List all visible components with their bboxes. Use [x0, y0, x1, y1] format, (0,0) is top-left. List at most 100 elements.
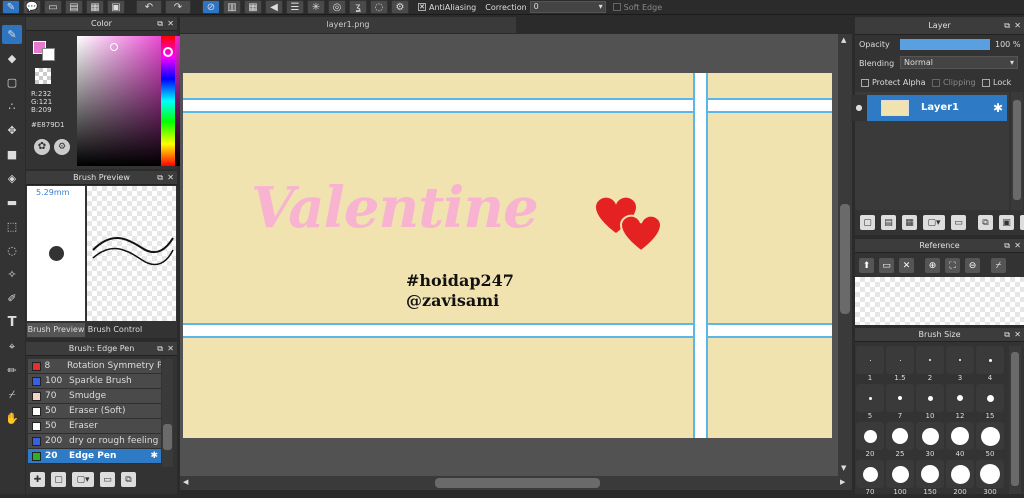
protect-alpha-checkbox[interactable]: Protect Alpha	[861, 78, 926, 87]
radial-snap-icon[interactable]: ✳	[307, 0, 325, 14]
popout-icon[interactable]: ⧉	[1004, 239, 1010, 253]
scroll-left-icon[interactable]: ◀	[183, 478, 188, 486]
brush-tool-icon[interactable]: ✎	[2, 25, 22, 44]
size-cell[interactable]: 5	[855, 384, 885, 420]
scrollbar-thumb[interactable]	[1011, 352, 1019, 486]
close-icon[interactable]: ✕	[1014, 17, 1021, 35]
merge-icon[interactable]: ⧉	[978, 215, 993, 230]
hue-slider[interactable]	[161, 36, 175, 166]
secondary-color-swatch[interactable]	[42, 48, 55, 61]
reference-view[interactable]	[855, 277, 1024, 325]
size-cell[interactable]: 1	[855, 346, 885, 382]
rect-tool-icon[interactable]: ▢	[2, 73, 22, 92]
brush-item-selected[interactable]: 20 Edge Pen ✱	[28, 449, 161, 464]
blending-select[interactable]: Normal ▾	[900, 56, 1018, 69]
correction-select[interactable]: 0 ▾	[529, 1, 606, 13]
size-cell[interactable]: 40	[945, 422, 975, 458]
duplicate-icon[interactable]: ⧉	[121, 472, 136, 487]
size-cell[interactable]: 150	[915, 460, 945, 496]
load-reference-icon[interactable]: ⬆	[859, 258, 874, 273]
snap-settings-icon[interactable]: ⚙	[391, 0, 409, 14]
eraser-tool-icon[interactable]: ◆	[2, 49, 22, 68]
vanish-snap-icon[interactable]: ☰	[286, 0, 304, 14]
size-cell[interactable]: 1.5	[885, 346, 915, 382]
palette-icon[interactable]: ✿	[34, 139, 50, 155]
document-tab[interactable]: layer1.png	[180, 17, 516, 33]
open-folder-icon[interactable]: ▭	[879, 258, 894, 273]
zoom-in-icon[interactable]: ⊕	[925, 258, 940, 273]
close-icon[interactable]: ✕	[1014, 239, 1021, 253]
clipping-checkbox[interactable]: Clipping	[932, 78, 976, 87]
gear-icon[interactable]: ✱	[993, 95, 1003, 121]
folder-icon[interactable]: ▭	[951, 215, 966, 230]
magic-wand-tool-icon[interactable]: ✧	[2, 265, 22, 284]
size-cell[interactable]: 50	[975, 422, 1005, 458]
brush-item[interactable]: 8 Rotation Symmetry Pe	[28, 359, 161, 374]
brush-size-scrollbar[interactable]	[1009, 346, 1021, 494]
lasso-tool-icon[interactable]: ◌	[2, 241, 22, 260]
close-reference-icon[interactable]: ✕	[899, 258, 914, 273]
size-cell[interactable]: 12	[945, 384, 975, 420]
close-icon[interactable]: ✕	[167, 171, 174, 185]
lock-checkbox[interactable]: Lock	[982, 78, 1011, 87]
operation-tool-icon[interactable]: ⌖	[2, 337, 22, 356]
scroll-up-icon[interactable]: ▲	[841, 36, 846, 44]
hand-tool-icon[interactable]: ✋	[2, 409, 22, 428]
size-cell[interactable]: 300	[975, 460, 1005, 496]
hue-cursor[interactable]	[163, 47, 173, 57]
fill-rect-tool-icon[interactable]: ■	[2, 145, 22, 164]
pen-tool-icon[interactable]: ✏	[2, 361, 22, 380]
brush-item[interactable]: 50 Eraser	[28, 419, 161, 434]
concentric-snap-icon[interactable]: ◎	[328, 0, 346, 14]
brush-preview-tab[interactable]: Brush Preview	[27, 323, 85, 337]
popout-icon[interactable]: ⧉	[1004, 17, 1010, 35]
size-cell[interactable]: 2	[915, 346, 945, 382]
scrollbar-thumb[interactable]	[1013, 100, 1021, 200]
parallel-snap-icon[interactable]: ▥	[223, 0, 241, 14]
zoom-out-icon[interactable]: ⊖	[965, 258, 980, 273]
grid-snap-icon[interactable]: ▦	[244, 0, 262, 14]
grid-icon[interactable]: ▦	[86, 0, 104, 14]
close-icon[interactable]: ✕	[167, 17, 174, 31]
scrollbar-thumb[interactable]	[435, 478, 600, 488]
size-cell[interactable]: 100	[885, 460, 915, 496]
close-icon[interactable]: ✕	[1014, 328, 1021, 342]
size-cell[interactable]: 7	[885, 384, 915, 420]
no-snap-icon[interactable]: ⊘	[202, 0, 220, 14]
curve-snap-icon[interactable]: ʓ	[349, 0, 367, 14]
size-cell[interactable]: 4	[975, 346, 1005, 382]
close-icon[interactable]: ✕	[167, 342, 174, 356]
size-cell[interactable]: 20	[855, 422, 885, 458]
popout-icon[interactable]: ⧉	[1004, 328, 1010, 342]
save-icon[interactable]: ▣	[107, 0, 125, 14]
popout-icon[interactable]: ⧉	[157, 342, 163, 356]
delete-layer-icon[interactable]: ✕	[1020, 215, 1024, 230]
scrollbar-thumb[interactable]	[163, 424, 172, 450]
soft-edge-checkbox[interactable]: Soft Edge	[612, 3, 662, 12]
popout-icon[interactable]: ⧉	[157, 171, 163, 185]
opacity-slider[interactable]	[900, 39, 990, 50]
eyedropper-icon[interactable]: ⌿	[991, 258, 1006, 273]
add-brush-icon[interactable]: ✚	[30, 472, 45, 487]
new-layer-icon[interactable]: ▢	[860, 215, 875, 230]
palette-settings-icon[interactable]: ⚙	[54, 139, 70, 155]
duplicate-layer-icon[interactable]: ▦	[902, 215, 917, 230]
new-halftone-layer-icon[interactable]: ▤	[881, 215, 896, 230]
new-brush-icon[interactable]: ▢	[51, 472, 66, 487]
brush-control-tab[interactable]: Brush Control	[87, 323, 143, 337]
clear-layer-icon[interactable]: ▣	[999, 215, 1014, 230]
brush-menu-icon[interactable]: ▢▾	[72, 472, 94, 487]
text-tool-icon[interactable]: T	[2, 313, 22, 332]
brush-item[interactable]: 50 Eraser (Soft)	[28, 404, 161, 419]
file-icon[interactable]: ✎	[2, 0, 20, 14]
horizontal-scrollbar[interactable]: ◀ ▶	[180, 476, 852, 490]
layer-row[interactable]: ● Layer1 ✱	[851, 95, 1007, 121]
circle-snap-icon[interactable]: ◌	[370, 0, 388, 14]
layer-menu-icon[interactable]: ▢▾	[923, 215, 945, 230]
scrollbar-thumb[interactable]	[840, 204, 850, 314]
scroll-right-icon[interactable]: ▶	[840, 478, 845, 486]
select-pen-tool-icon[interactable]: ✐	[2, 289, 22, 308]
sv-cursor[interactable]	[110, 43, 118, 51]
size-cell[interactable]: 3	[945, 346, 975, 382]
gear-icon[interactable]: ✱	[150, 449, 158, 464]
